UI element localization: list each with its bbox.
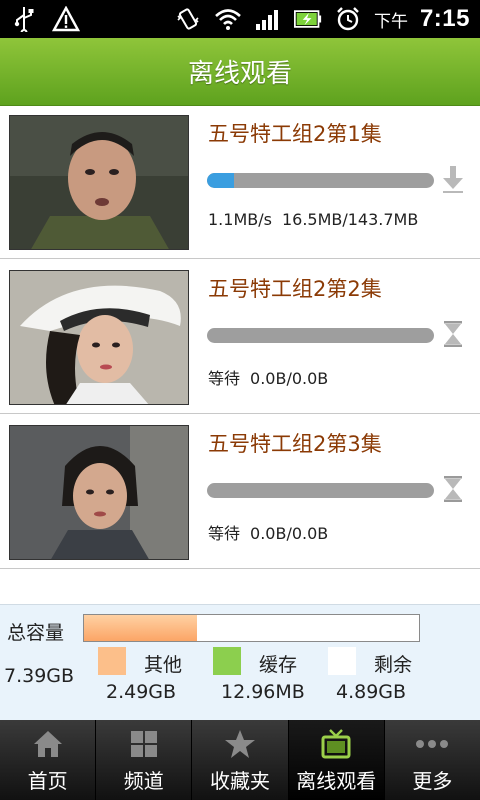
nav-more[interactable]: 更多 — [385, 720, 480, 800]
item-title: 五号特工组2第2集 — [208, 277, 382, 301]
status-time: 7:15 — [419, 5, 470, 32]
nav-label: 更多 — [412, 769, 453, 793]
item-size: 16.5MB/143.7MB — [281, 210, 419, 229]
legend-name: 剩余 — [374, 654, 413, 676]
video-thumbnail — [9, 115, 189, 250]
nav-offline[interactable]: 离线观看 — [288, 720, 385, 800]
nav-favorites[interactable]: 收藏夹 — [192, 720, 289, 800]
item-title: 五号特工组2第3集 — [208, 432, 382, 456]
item-size: 0.0B/0.0B — [250, 369, 329, 388]
nav-label: 首页 — [27, 769, 68, 793]
battery-charging-icon — [293, 5, 322, 33]
download-progress-bar — [207, 328, 434, 343]
download-item[interactable]: 五号特工组2第2集 等待 0.0B/0.0B — [0, 261, 480, 414]
download-progress-bar — [207, 483, 434, 498]
tv-icon — [319, 727, 353, 761]
legend-other: 其他 2.49GB — [98, 647, 218, 717]
storage-panel: 总容量 7.39GB 其他 2.49GB 缓存 12.96MB 剩余 4.89G… — [0, 604, 480, 720]
nav-home[interactable]: 首页 — [0, 720, 97, 800]
legend-swatch — [213, 647, 241, 675]
storage-label: 总容量 — [7, 622, 65, 644]
warning-icon — [52, 5, 80, 33]
item-status: 1.1MB/s 16.5MB/143.7MB — [208, 210, 428, 229]
nav-label: 频道 — [123, 769, 164, 793]
nav-channels[interactable]: 频道 — [96, 720, 193, 800]
capacity-bar — [83, 614, 420, 642]
item-speed: 1.1MB/s — [208, 210, 272, 229]
item-speed: 等待 — [208, 369, 241, 388]
download-list: 五号特工组2第1集 1.1MB/s 16.5MB/143.7MB 五号特工组2第… — [0, 106, 480, 604]
vibrate-icon — [174, 5, 202, 33]
video-thumbnail — [9, 425, 189, 560]
title-bar: 离线观看 — [0, 38, 480, 106]
legend-name: 其他 — [144, 654, 183, 676]
home-icon — [31, 727, 65, 761]
item-speed: 等待 — [208, 524, 241, 543]
item-status: 等待 0.0B/0.0B — [208, 520, 338, 544]
grid-icon — [127, 727, 161, 761]
status-bar: 下午 7:15 — [0, 0, 480, 38]
legend-cache: 缓存 12.96MB — [213, 647, 333, 717]
signal-icon — [254, 5, 282, 33]
nav-label: 收藏夹 — [210, 769, 270, 793]
status-ampm: 下午 — [373, 11, 408, 32]
download-arrow-icon[interactable] — [440, 164, 466, 194]
legend-value: 4.89GB — [336, 681, 407, 703]
item-title: 五号特工组2第1集 — [208, 122, 382, 146]
legend-swatch — [328, 647, 356, 675]
legend-value: 12.96MB — [221, 681, 305, 703]
more-icon — [415, 727, 449, 761]
hourglass-icon[interactable] — [440, 319, 466, 349]
nav-label: 离线观看 — [296, 769, 377, 793]
item-size: 0.0B/0.0B — [250, 524, 329, 543]
download-item[interactable]: 五号特工组2第3集 等待 0.0B/0.0B — [0, 416, 480, 569]
legend-swatch — [98, 647, 126, 675]
download-item[interactable]: 五号特工组2第1集 1.1MB/s 16.5MB/143.7MB — [0, 106, 480, 259]
alarm-icon — [334, 5, 362, 33]
item-status: 等待 0.0B/0.0B — [208, 365, 338, 389]
hourglass-icon[interactable] — [440, 474, 466, 504]
legend-value: 2.49GB — [106, 681, 177, 703]
download-progress-bar — [207, 173, 434, 188]
legend-free: 剩余 4.89GB — [328, 647, 448, 717]
page-title: 离线观看 — [187, 59, 292, 89]
usb-icon — [10, 5, 38, 33]
capacity-used-fill — [84, 615, 197, 641]
video-thumbnail — [9, 270, 189, 405]
wifi-icon — [214, 5, 242, 33]
star-icon — [223, 727, 257, 761]
download-progress-fill — [207, 173, 235, 188]
legend-name: 缓存 — [259, 654, 298, 676]
storage-total: 7.39GB — [4, 665, 75, 687]
bottom-nav: 首页 频道 收藏夹 离线观看 更多 — [0, 720, 480, 800]
